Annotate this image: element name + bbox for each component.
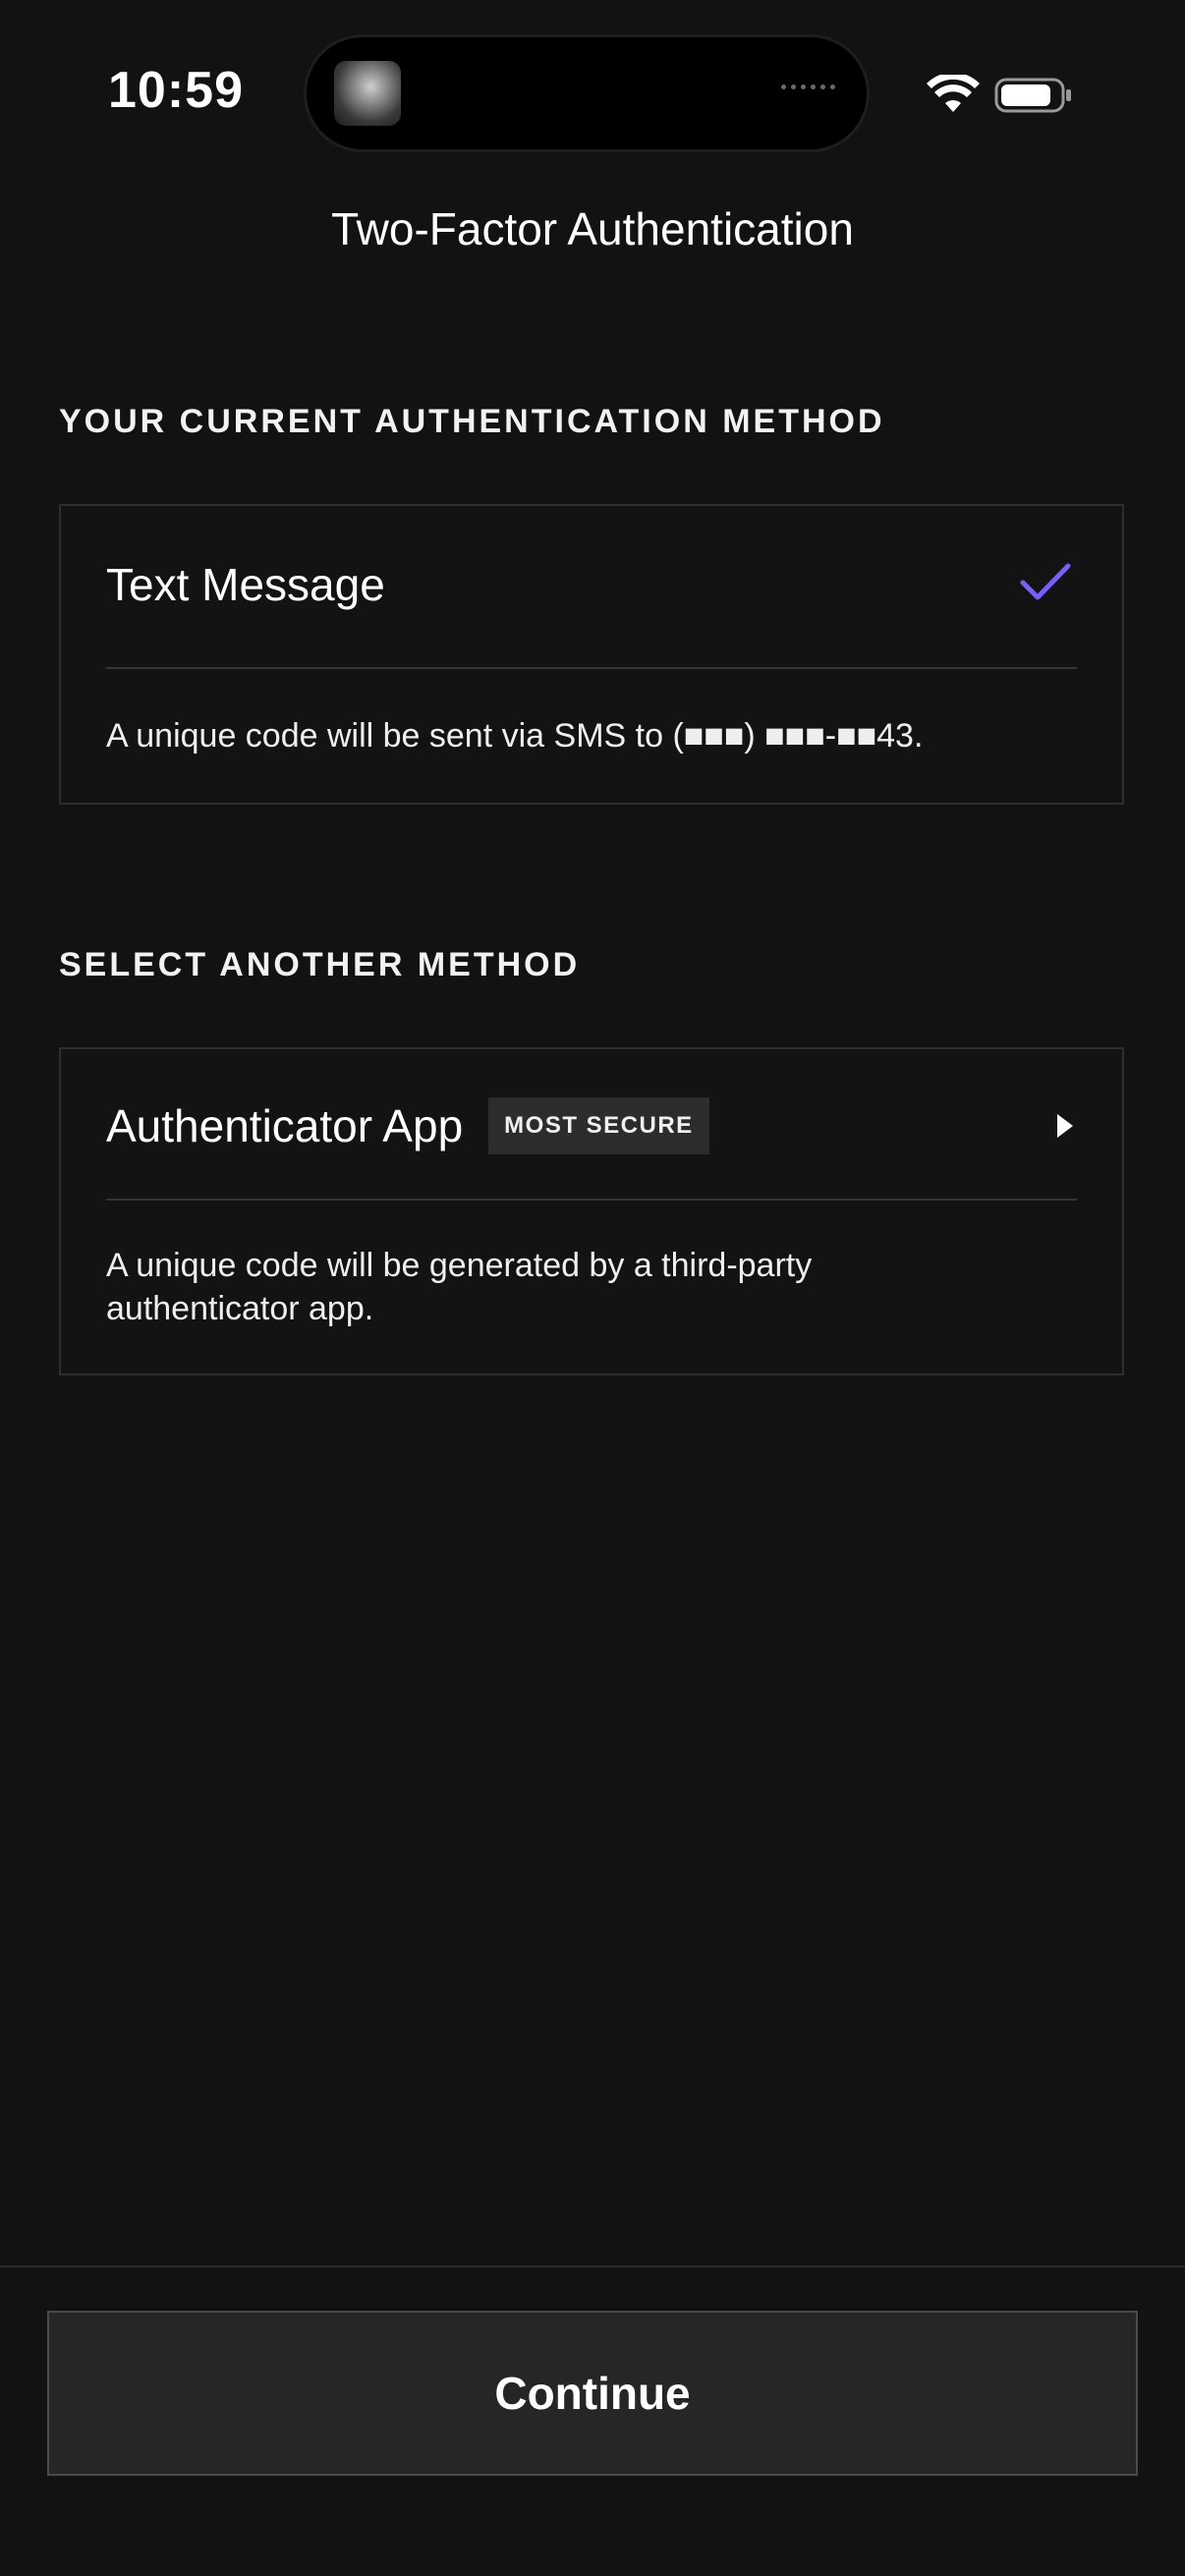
status-time: 10:59 bbox=[108, 62, 244, 119]
battery-icon bbox=[994, 78, 1071, 113]
audio-waveform-icon bbox=[781, 84, 835, 89]
authenticator-app-description-line2: authenticator app. bbox=[106, 1290, 374, 1327]
page-title: Two-Factor Authentication bbox=[331, 203, 854, 254]
authenticator-app-title: Authenticator App bbox=[106, 1100, 464, 1151]
check-icon bbox=[1020, 563, 1071, 600]
current-method-header: Text Message bbox=[106, 506, 1077, 663]
card-divider bbox=[106, 667, 1077, 669]
footer-divider bbox=[0, 2266, 1185, 2268]
current-method-title: Text Message bbox=[106, 559, 385, 610]
card-divider bbox=[106, 1199, 1077, 1201]
authenticator-app-header: Authenticator App MOST SECURE bbox=[106, 1049, 1077, 1203]
dynamic-island bbox=[307, 37, 867, 149]
now-playing-artwork bbox=[334, 61, 401, 126]
other-method-section-label: SELECT ANOTHER METHOD bbox=[59, 946, 581, 983]
continue-button[interactable]: Continue bbox=[47, 2311, 1138, 2476]
current-method-description: A unique code will be sent via SMS to (■… bbox=[106, 717, 924, 755]
most-secure-badge: MOST SECURE bbox=[488, 1097, 709, 1154]
current-method-card[interactable]: Text Message A unique code will be sent … bbox=[59, 504, 1124, 805]
wifi-icon bbox=[927, 75, 980, 112]
authenticator-app-description: A unique code will be generated by a thi… bbox=[106, 1244, 1077, 1330]
authenticator-app-option[interactable]: Authenticator App MOST SECURE A unique c… bbox=[59, 1047, 1124, 1375]
screen: 10:59 Two-Factor Authentication YOUR CUR… bbox=[0, 0, 1185, 2576]
authenticator-app-description-line1: A unique code will be generated by a thi… bbox=[106, 1247, 813, 1284]
chevron-right-icon bbox=[1057, 1114, 1073, 1138]
current-method-section-label: YOUR CURRENT AUTHENTICATION METHOD bbox=[59, 403, 885, 440]
